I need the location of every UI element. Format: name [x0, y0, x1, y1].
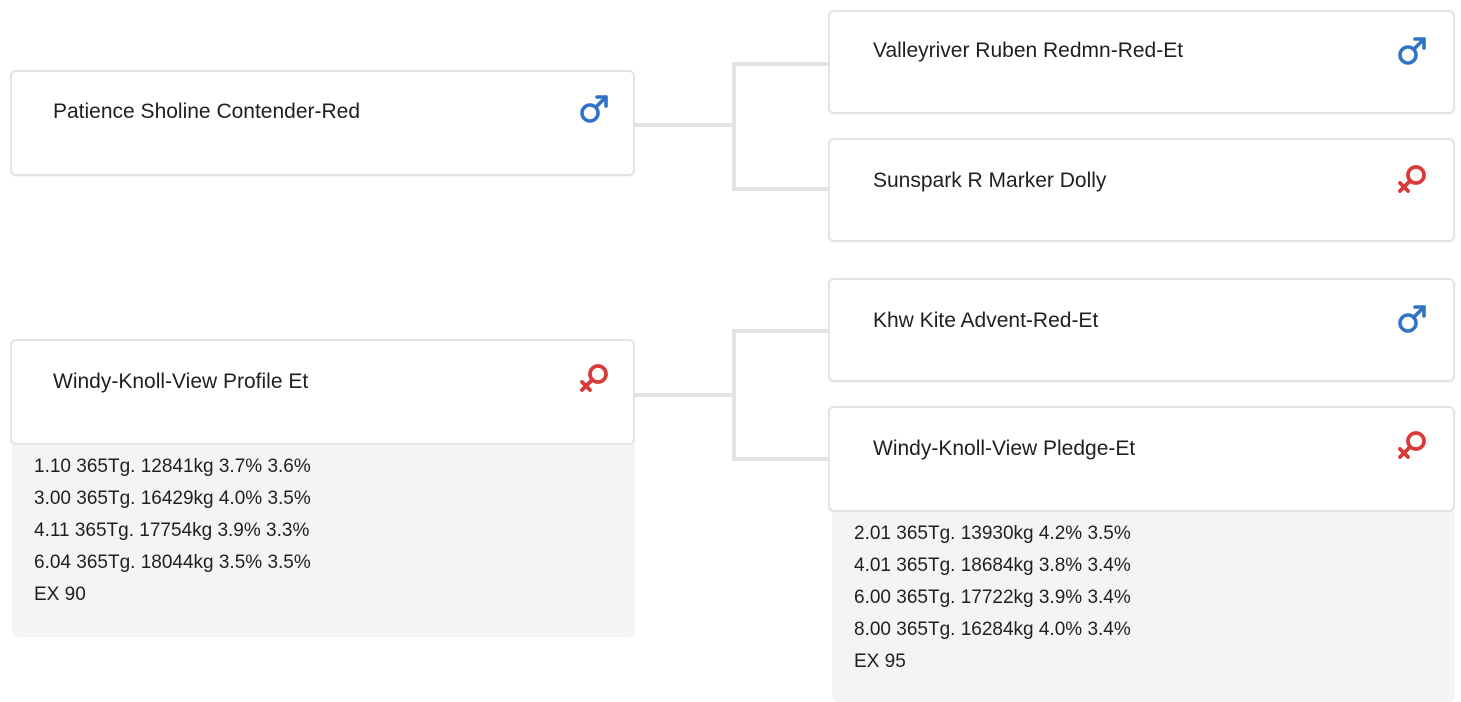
dam-name: Windy-Knoll-View Profile Et: [53, 370, 309, 393]
female-symbol-icon: [1398, 431, 1426, 459]
record-line: 2.01 365Tg. 13930kg 4.2% 3.5%: [854, 523, 1131, 544]
sire-name: Patience Sholine Contender-Red: [53, 100, 361, 123]
record-line: 6.04 365Tg. 18044kg 3.5% 3.5%: [34, 552, 311, 573]
sire-sire-card[interactable]: Valleyriver Ruben Redmn-Red-Et: [828, 10, 1455, 114]
record-line: 6.00 365Tg. 17722kg 3.9% 3.4%: [854, 587, 1131, 608]
dam-sire-name: Khw Kite Advent-Red-Et: [873, 309, 1099, 332]
classification: EX 95: [854, 651, 906, 672]
male-symbol-icon: [1398, 37, 1426, 65]
male-symbol-icon: [580, 95, 608, 123]
dam-sire-card[interactable]: Khw Kite Advent-Red-Et: [828, 278, 1455, 382]
sire-card[interactable]: Patience Sholine Contender-Red: [10, 70, 635, 176]
record-line: 8.00 365Tg. 16284kg 4.0% 3.4%: [854, 619, 1131, 640]
classification: EX 90: [34, 584, 86, 605]
record-line: 4.01 365Tg. 18684kg 3.8% 3.4%: [854, 555, 1131, 576]
sire-dam-name: Sunspark R Marker Dolly: [873, 169, 1107, 192]
connector-sire-bracket: [732, 62, 828, 191]
dam-dam-name: Windy-Knoll-View Pledge-Et: [873, 437, 1136, 460]
record-line: 1.10 365Tg. 12841kg 3.7% 3.6%: [34, 456, 311, 477]
dam-card[interactable]: Windy-Knoll-View Profile Et: [10, 339, 635, 445]
sire-dam-card[interactable]: Sunspark R Marker Dolly: [828, 138, 1455, 242]
female-symbol-icon: [580, 364, 608, 392]
dam-dam-card[interactable]: Windy-Knoll-View Pledge-Et: [828, 406, 1455, 512]
female-symbol-icon: [1398, 165, 1426, 193]
connector-dam-bracket: [732, 329, 828, 461]
dam-dam-records: 2.01 365Tg. 13930kg 4.2% 3.5% 4.01 365Tg…: [832, 512, 1455, 702]
sire-sire-name: Valleyriver Ruben Redmn-Red-Et: [873, 39, 1184, 62]
record-line: 4.11 365Tg. 17754kg 3.9% 3.3%: [34, 520, 310, 541]
record-line: 3.00 365Tg. 16429kg 4.0% 3.5%: [34, 488, 311, 509]
dam-records: 1.10 365Tg. 12841kg 3.7% 3.6% 3.00 365Tg…: [12, 445, 635, 637]
male-symbol-icon: [1398, 305, 1426, 333]
